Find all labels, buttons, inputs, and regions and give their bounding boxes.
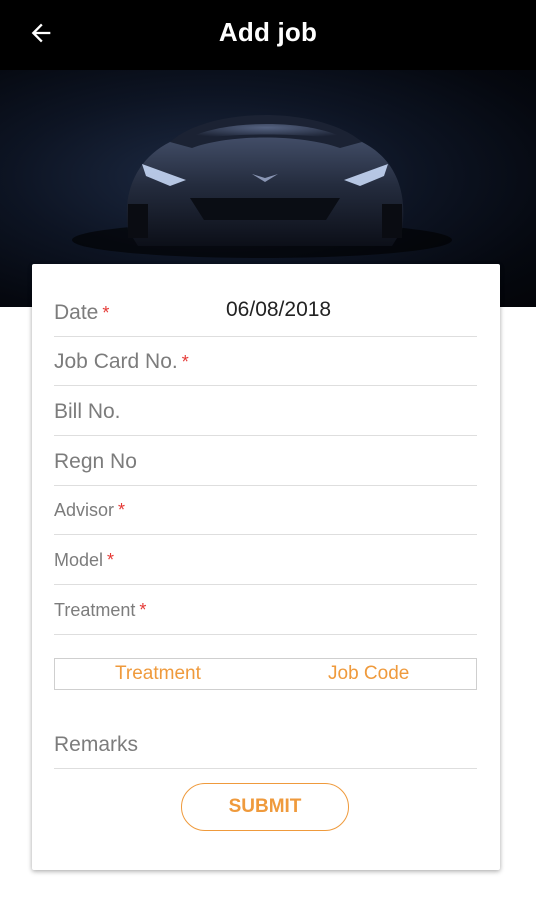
submit-button[interactable]: SUBMIT [181, 783, 349, 831]
job-card-no-field[interactable]: Job Card No. * [54, 337, 477, 386]
required-marker: * [181, 352, 189, 372]
remarks-label: Remarks [54, 733, 139, 756]
date-label: Date * [54, 301, 110, 324]
advisor-field[interactable]: Advisor * [54, 486, 477, 535]
required-marker: * [102, 303, 110, 323]
date-value[interactable]: 06/08/2018 [226, 298, 331, 322]
regn-no-field[interactable]: Regn No [54, 437, 477, 486]
bill-no-label: Bill No. [54, 400, 121, 423]
regn-no-label: Regn No [54, 450, 137, 473]
required-marker: * [118, 500, 126, 520]
advisor-label: Advisor * [54, 500, 126, 520]
app-bar: Add job [0, 0, 536, 70]
model-label: Model * [54, 550, 115, 570]
treatment-label: Treatment * [54, 600, 147, 620]
remarks-field[interactable]: Remarks [54, 720, 477, 769]
page-title: Add job [218, 17, 318, 47]
toggle-treatment[interactable]: Treatment [115, 663, 201, 685]
add-job-form-card: Date * 06/08/2018 Job Card No. * Bill No. … [32, 264, 500, 870]
toggle-job-code[interactable]: Job Code [328, 663, 409, 685]
required-marker: * [107, 550, 115, 570]
required-marker: * [139, 600, 147, 620]
date-field[interactable]: Date * 06/08/2018 [54, 288, 477, 337]
bill-no-field[interactable]: Bill No. [54, 387, 477, 436]
treatment-jobcode-toggle: Treatment Job Code [54, 658, 477, 690]
model-field[interactable]: Model * [54, 536, 477, 585]
job-card-no-label: Job Card No. * [54, 350, 189, 373]
treatment-field[interactable]: Treatment * [54, 586, 477, 635]
